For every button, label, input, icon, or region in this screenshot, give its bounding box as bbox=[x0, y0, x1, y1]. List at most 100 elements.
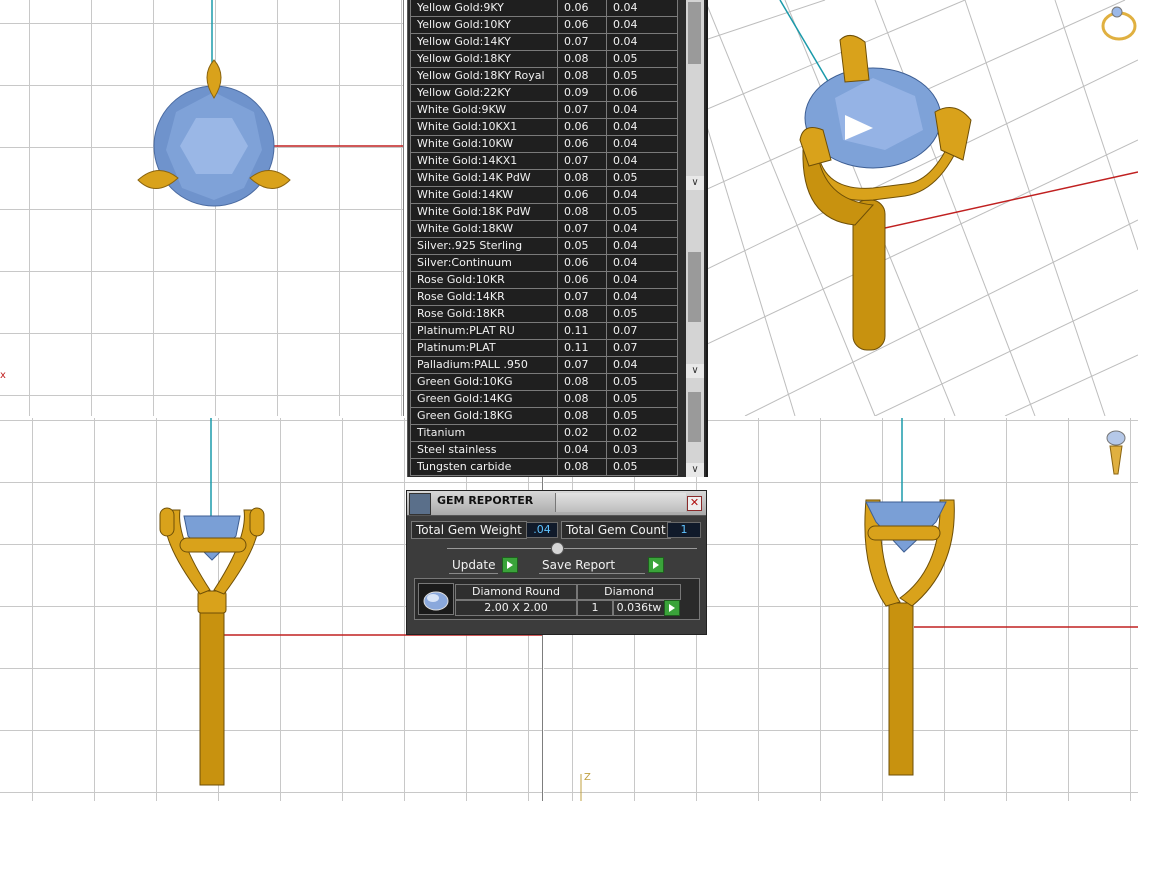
table-row[interactable]: Green Gold:18KG 0.08 0.05 bbox=[410, 407, 678, 425]
metal-value-a: 0.11 bbox=[557, 339, 607, 357]
table-row[interactable]: Platinum:PLAT 0.11 0.07 bbox=[410, 339, 678, 357]
metal-value-b: 0.07 bbox=[606, 322, 678, 340]
metal-value-b: 0.04 bbox=[606, 118, 678, 136]
top-axis-label: x bbox=[0, 370, 6, 381]
metal-value-b: 0.05 bbox=[606, 203, 678, 221]
metal-name: Yellow Gold:10KY bbox=[410, 16, 558, 34]
metal-value-a: 0.05 bbox=[557, 237, 607, 255]
scroll-thumb[interactable] bbox=[688, 252, 701, 322]
close-icon[interactable]: ✕ bbox=[687, 496, 702, 511]
metal-value-a: 0.06 bbox=[557, 186, 607, 204]
table-row[interactable]: White Gold:18KW 0.07 0.04 bbox=[410, 220, 678, 238]
metal-value-a: 0.08 bbox=[557, 169, 607, 187]
chevron-down-icon[interactable]: ∨ bbox=[686, 176, 704, 190]
scrollbar[interactable]: ∨ bbox=[686, 190, 704, 380]
perspective-viewport[interactable] bbox=[705, 0, 1138, 416]
metal-value-b: 0.04 bbox=[606, 254, 678, 272]
top-viewport[interactable]: x bbox=[0, 0, 404, 416]
table-row[interactable]: White Gold:14KW 0.06 0.04 bbox=[410, 186, 678, 204]
metal-name: Silver:Continuum bbox=[410, 254, 558, 272]
table-row[interactable]: Yellow Gold:18KY Royal 0.08 0.05 bbox=[410, 67, 678, 85]
top-view-model bbox=[137, 0, 404, 207]
metal-name: Platinum:PLAT bbox=[410, 339, 558, 357]
metal-name: White Gold:9KW bbox=[410, 101, 558, 119]
table-row[interactable]: Yellow Gold:10KY 0.06 0.04 bbox=[410, 16, 678, 34]
metal-value-a: 0.07 bbox=[557, 152, 607, 170]
gem-reporter-title-bar[interactable]: GEM REPORTER ✕ bbox=[407, 491, 706, 516]
metal-value-b: 0.05 bbox=[606, 407, 678, 425]
table-row[interactable]: Yellow Gold:22KY 0.09 0.06 bbox=[410, 84, 678, 102]
metal-name: Platinum:PLAT RU bbox=[410, 322, 558, 340]
metal-value-a: 0.06 bbox=[557, 254, 607, 272]
table-row[interactable]: White Gold:14K PdW 0.08 0.05 bbox=[410, 169, 678, 187]
table-row[interactable]: Rose Gold:18KR 0.08 0.05 bbox=[410, 305, 678, 323]
metal-weight-table-panel: Yellow Gold:9KY 0.06 0.04 Yellow Gold:10KY 0… bbox=[407, 0, 708, 477]
table-row[interactable]: Platinum:PLAT RU 0.11 0.07 bbox=[410, 322, 678, 340]
metal-name: Rose Gold:18KR bbox=[410, 305, 558, 323]
metal-name: Yellow Gold:22KY bbox=[410, 84, 558, 102]
perspective-view-model bbox=[705, 0, 1138, 416]
table-row[interactable]: Yellow Gold:9KY 0.06 0.04 bbox=[410, 0, 678, 17]
chevron-down-icon[interactable]: ∨ bbox=[686, 364, 704, 378]
metal-value-a: 0.06 bbox=[557, 16, 607, 34]
table-row[interactable]: White Gold:9KW 0.07 0.04 bbox=[410, 101, 678, 119]
scrollbar[interactable]: ∨ bbox=[686, 0, 704, 190]
gem-reporter-panel: GEM REPORTER ✕ Total Gem Weight .04 Tota… bbox=[406, 490, 707, 635]
table-row[interactable]: Green Gold:14KG 0.08 0.05 bbox=[410, 390, 678, 408]
table-row[interactable]: Rose Gold:10KR 0.06 0.04 bbox=[410, 271, 678, 289]
metal-value-b: 0.03 bbox=[606, 441, 678, 459]
table-row[interactable]: Tungsten carbide 0.08 0.05 bbox=[410, 458, 678, 476]
metal-value-a: 0.09 bbox=[557, 84, 607, 102]
table-row[interactable]: White Gold:10KX1 0.06 0.04 bbox=[410, 118, 678, 136]
table-row[interactable]: White Gold:10KW 0.06 0.04 bbox=[410, 135, 678, 153]
table-row[interactable]: Palladium:PALL .950 0.07 0.04 bbox=[410, 356, 678, 374]
update-play-icon[interactable] bbox=[502, 557, 518, 573]
metal-value-a: 0.08 bbox=[557, 390, 607, 408]
metal-value-a: 0.08 bbox=[557, 50, 607, 68]
metal-name: Yellow Gold:18KY bbox=[410, 50, 558, 68]
gem-list-item[interactable]: Diamond Round Diamond 2.00 X 2.00 1 0.03… bbox=[414, 578, 700, 620]
metal-value-a: 0.07 bbox=[557, 356, 607, 374]
scrollbar[interactable]: ∨ bbox=[686, 380, 704, 477]
metal-value-a: 0.06 bbox=[557, 0, 607, 17]
metal-value-a: 0.08 bbox=[557, 203, 607, 221]
table-row[interactable]: Silver:.925 Sterling 0.05 0.04 bbox=[410, 237, 678, 255]
table-row[interactable]: White Gold:14KX1 0.07 0.04 bbox=[410, 152, 678, 170]
metal-name: Rose Gold:14KR bbox=[410, 288, 558, 306]
metal-name: Titanium bbox=[410, 424, 558, 442]
metal-value-b: 0.04 bbox=[606, 152, 678, 170]
gem-shape: Diamond Round bbox=[455, 584, 577, 600]
metal-name: White Gold:14KX1 bbox=[410, 152, 558, 170]
table-row[interactable]: Green Gold:10KG 0.08 0.05 bbox=[410, 373, 678, 391]
total-gem-count-label: Total Gem Count bbox=[561, 521, 671, 539]
metal-value-b: 0.05 bbox=[606, 373, 678, 391]
metal-name: White Gold:18KW bbox=[410, 220, 558, 238]
save-report-play-icon[interactable] bbox=[648, 557, 664, 573]
table-row[interactable]: Titanium 0.02 0.02 bbox=[410, 424, 678, 442]
gem-detail-play-icon[interactable] bbox=[664, 600, 680, 616]
metal-weight-table: Yellow Gold:9KY 0.06 0.04 Yellow Gold:10KY 0… bbox=[410, 0, 678, 476]
metal-value-b: 0.04 bbox=[606, 33, 678, 51]
metal-value-b: 0.05 bbox=[606, 390, 678, 408]
table-row[interactable]: Steel stainless 0.04 0.03 bbox=[410, 441, 678, 459]
table-row[interactable]: Rose Gold:14KR 0.07 0.04 bbox=[410, 288, 678, 306]
scroll-thumb[interactable] bbox=[688, 392, 701, 442]
metal-value-a: 0.06 bbox=[557, 118, 607, 136]
metal-name: Yellow Gold:14KY bbox=[410, 33, 558, 51]
scroll-thumb[interactable] bbox=[688, 2, 701, 64]
metal-value-b: 0.04 bbox=[606, 271, 678, 289]
table-row[interactable]: Silver:Continuum 0.06 0.04 bbox=[410, 254, 678, 272]
metal-value-a: 0.08 bbox=[557, 305, 607, 323]
metal-value-b: 0.05 bbox=[606, 305, 678, 323]
table-row[interactable]: Yellow Gold:14KY 0.07 0.04 bbox=[410, 33, 678, 51]
metal-value-b: 0.04 bbox=[606, 101, 678, 119]
chevron-down-icon[interactable]: ∨ bbox=[686, 463, 704, 477]
update-button[interactable]: Update bbox=[449, 557, 499, 574]
metal-value-b: 0.05 bbox=[606, 458, 678, 476]
save-report-button[interactable]: Save Report bbox=[539, 557, 645, 574]
table-row[interactable]: Yellow Gold:18KY 0.08 0.05 bbox=[410, 50, 678, 68]
gem-size: 2.00 X 2.00 bbox=[455, 600, 577, 616]
panel-resize-handle[interactable] bbox=[551, 542, 564, 555]
total-gem-weight-label: Total Gem Weight bbox=[411, 521, 527, 539]
table-row[interactable]: White Gold:18K PdW 0.08 0.05 bbox=[410, 203, 678, 221]
